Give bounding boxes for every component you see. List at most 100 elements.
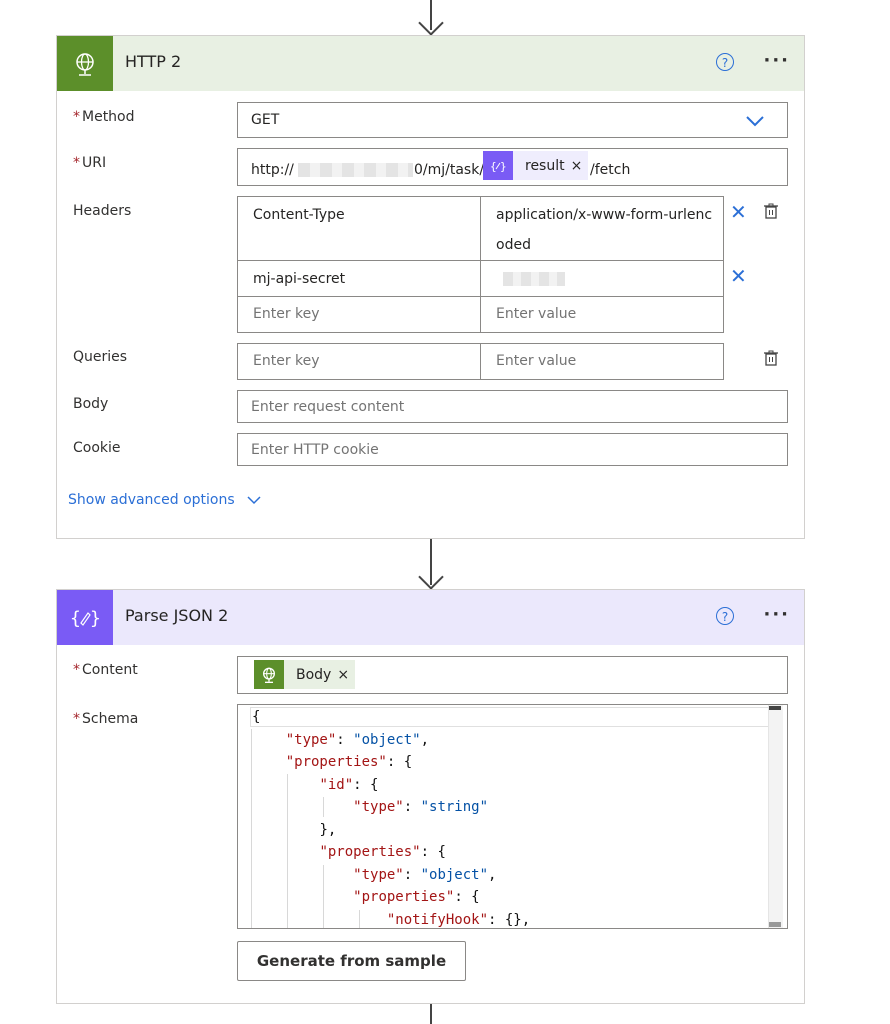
globe-icon: [254, 660, 284, 689]
cookie-input[interactable]: Enter HTTP cookie: [237, 433, 788, 466]
header-key-1[interactable]: Content-Type: [237, 196, 481, 261]
method-label: * Method: [73, 109, 135, 125]
arrow-down-icon: [418, 564, 444, 590]
delete-icon[interactable]: [763, 350, 779, 366]
scrollbar-thumb-top[interactable]: [769, 706, 781, 710]
code-token: "type": [353, 866, 404, 883]
code-line: "properties": {: [252, 841, 530, 864]
svg-text:{: {: [490, 160, 497, 173]
braces-icon: {}: [483, 151, 513, 180]
code-line: "id": {: [252, 774, 530, 797]
header-value-text-wrap: oded: [496, 237, 531, 253]
code-line: "type": "string": [252, 796, 530, 819]
method-value: GET: [251, 112, 280, 128]
schema-label: * Schema: [73, 711, 139, 727]
show-advanced-options-link[interactable]: Show advanced options: [68, 492, 261, 508]
code-token: : {: [353, 776, 379, 793]
code-token: "string": [420, 799, 489, 815]
help-icon[interactable]: ?: [716, 607, 734, 625]
card-title: Parse JSON 2: [125, 606, 229, 625]
parse-card-header[interactable]: {} Parse JSON 2 ? ···: [57, 590, 804, 645]
code-line: "type": "object",: [252, 729, 530, 752]
body-token[interactable]: Body ×: [254, 660, 356, 689]
code-token: :: [403, 799, 421, 815]
code-line: },: [252, 819, 530, 842]
header-value-new[interactable]: Enter value: [480, 296, 724, 333]
remove-token-icon[interactable]: ×: [337, 667, 355, 683]
code-token: "properties": [285, 754, 387, 770]
code-token: "properties": [319, 844, 421, 860]
advanced-label: Show advanced options: [68, 492, 235, 508]
chevron-down-icon: [247, 495, 261, 504]
code-token: "properties": [353, 889, 455, 905]
code-token: "notifyHook": [386, 911, 489, 928]
connector-line-bottom: [430, 1004, 432, 1024]
method-dropdown[interactable]: GET: [237, 102, 788, 138]
arrow-down-icon: [418, 10, 444, 36]
header-value-text: application/x-www-form-urlenc: [496, 207, 713, 223]
code-token: : {: [386, 754, 413, 770]
body-placeholder: Enter request content: [251, 399, 405, 415]
header-value-placeholder: Enter value: [496, 306, 577, 322]
remove-header-icon[interactable]: ✕: [730, 266, 747, 286]
code-line: {: [252, 706, 530, 729]
body-input[interactable]: Enter request content: [237, 390, 788, 423]
code-token: : {},: [488, 911, 531, 928]
uri-input[interactable]: http:// 0/mj/task/ {} result × /fetch: [237, 148, 788, 186]
scrollbar-track[interactable]: [768, 705, 783, 928]
content-input[interactable]: Body ×: [237, 656, 788, 694]
code-token: "object": [353, 731, 421, 748]
body-label: Body: [73, 396, 109, 412]
query-key-input[interactable]: Enter key: [237, 343, 481, 380]
remove-token-icon[interactable]: ×: [571, 158, 589, 174]
redacted-secret: [503, 272, 565, 286]
uri-path: 0/mj/task/: [414, 162, 485, 178]
queries-label: Queries: [73, 349, 128, 365]
header-value-2[interactable]: [480, 260, 724, 297]
header-key-text: mj-api-secret: [253, 271, 346, 287]
header-key-2[interactable]: mj-api-secret: [237, 260, 481, 297]
query-value-placeholder: Enter value: [496, 353, 577, 369]
more-options-icon[interactable]: ···: [763, 604, 790, 625]
code-token: },: [319, 821, 337, 838]
scrollbar-thumb-bottom[interactable]: [769, 922, 781, 927]
chevron-down-icon: [746, 116, 764, 127]
result-token[interactable]: {} result ×: [483, 151, 589, 180]
query-value-input[interactable]: Enter value: [480, 343, 724, 380]
schema-code: { "type": "object", "properties": { "id"…: [252, 706, 531, 929]
uri-label: * URI: [73, 155, 107, 171]
code-token: :: [403, 866, 421, 883]
more-options-icon[interactable]: ···: [763, 50, 790, 71]
delete-icon[interactable]: [763, 203, 779, 219]
content-label: * Content: [73, 662, 138, 678]
cookie-placeholder: Enter HTTP cookie: [251, 442, 379, 458]
header-value-1[interactable]: application/x-www-form-urlenc oded: [480, 196, 724, 261]
uri-after: /fetch: [590, 162, 631, 178]
token-label: result: [525, 157, 565, 174]
code-line: "notifyHook": {},: [252, 909, 531, 929]
generate-from-sample-button[interactable]: Generate from sample: [237, 941, 466, 981]
redacted-host: [298, 163, 413, 177]
code-line: "properties": {: [252, 886, 530, 909]
header-key-new[interactable]: Enter key: [237, 296, 481, 333]
code-token: "type": [353, 799, 404, 815]
schema-editor[interactable]: { "type": "object", "properties": { "id"…: [237, 704, 788, 929]
help-icon[interactable]: ?: [716, 53, 734, 71]
header-key-placeholder: Enter key: [253, 306, 320, 322]
code-token: "type": [285, 731, 337, 748]
svg-text:{: {: [70, 608, 81, 629]
code-token: "id": [319, 776, 354, 793]
query-key-placeholder: Enter key: [253, 353, 320, 369]
remove-header-icon[interactable]: ✕: [730, 202, 747, 222]
code-token: "object": [420, 866, 489, 883]
code-line: "properties": {: [252, 751, 530, 774]
card-title: HTTP 2: [125, 52, 182, 71]
http-card-header[interactable]: HTTP 2 ? ···: [57, 36, 804, 91]
uri-prefix: http://: [251, 162, 294, 178]
code-token: ,: [488, 866, 497, 883]
svg-text:}: }: [500, 160, 506, 173]
code-token: : {: [420, 844, 446, 860]
header-key-text: Content-Type: [253, 207, 345, 223]
cookie-label: Cookie: [73, 440, 121, 456]
globe-icon: [57, 36, 113, 91]
